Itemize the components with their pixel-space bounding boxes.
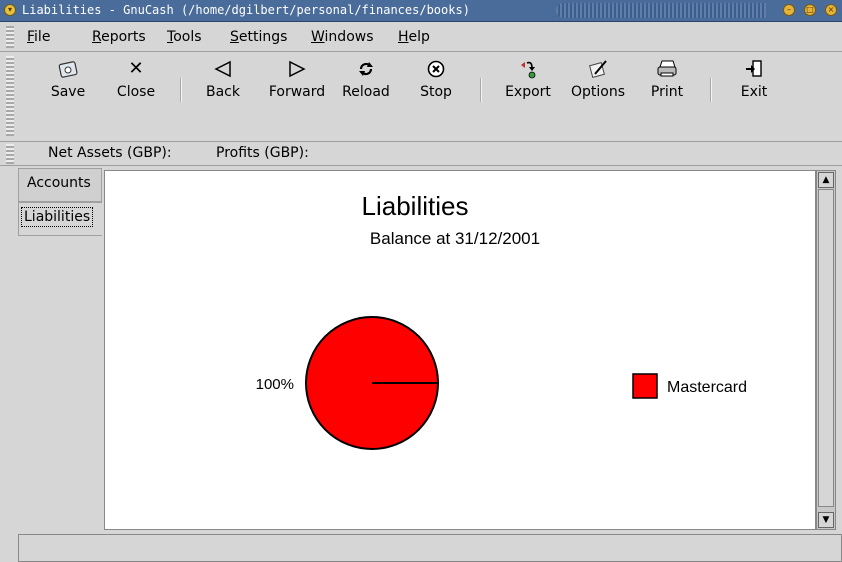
stop-button[interactable]: Stop [414, 58, 458, 108]
right-triangle-icon [264, 58, 330, 80]
window-close-icon[interactable]: × [825, 4, 837, 16]
window-titlebar[interactable]: ▾ Liabilities - GnuCash (/home/dgilbert/… [0, 0, 842, 22]
net-assets-label: Net Assets (GBP): [48, 145, 172, 161]
forward-button[interactable]: Forward [264, 58, 330, 108]
toolbar-separator [710, 78, 712, 102]
scroll-up-icon[interactable]: ▲ [818, 172, 834, 188]
status-bar [18, 534, 842, 562]
summary-bar: Net Assets (GBP): Profits (GBP): [0, 142, 842, 166]
pie-percent-label: 100% [256, 376, 294, 393]
printer-icon [642, 58, 692, 80]
menubar-handle[interactable] [6, 26, 14, 48]
menu-file[interactable]: File [27, 29, 50, 45]
export-button[interactable]: Export [500, 58, 556, 108]
menu-bar: File Reports Tools Settings Windows Help [0, 22, 842, 52]
menu-tools[interactable]: Tools [167, 29, 202, 45]
reload-icon [338, 58, 394, 80]
toolbar-separator [180, 78, 182, 102]
vertical-scrollbar[interactable]: ▲ ▼ [816, 170, 836, 530]
report-tabs: Accounts Liabilities [18, 168, 104, 528]
scroll-thumb[interactable] [818, 189, 834, 507]
exit-button[interactable]: Exit [734, 58, 774, 108]
toolbar: Save ✕ Close Back Forward Reload Stop Ex… [0, 52, 842, 142]
tab-liabilities[interactable]: Liabilities [18, 202, 102, 236]
scroll-down-icon[interactable]: ▼ [818, 512, 834, 528]
menu-help[interactable]: Help [398, 29, 430, 45]
legend-swatch [632, 373, 658, 399]
close-button[interactable]: ✕ Close [108, 58, 164, 108]
options-button[interactable]: Options [565, 58, 631, 108]
floppy-disk-icon [40, 58, 96, 80]
toolbar-separator [480, 78, 482, 102]
window-menu-icon[interactable]: ▾ [4, 4, 16, 16]
print-button[interactable]: Print [642, 58, 692, 108]
save-button[interactable]: Save [40, 58, 96, 108]
titlebar-grip [556, 3, 766, 18]
back-button[interactable]: Back [200, 58, 246, 108]
menu-reports[interactable]: Reports [92, 29, 146, 45]
x-icon: ✕ [128, 58, 144, 79]
maximize-icon[interactable]: □ [804, 4, 816, 16]
legend-label: Mastercard [667, 379, 747, 396]
toolbar-handle[interactable] [6, 56, 14, 136]
export-icon [500, 58, 556, 80]
pie-chart: Liabilities Balance at 31/12/2001 100% M… [256, 191, 747, 450]
menu-windows[interactable]: Windows [311, 29, 374, 45]
left-triangle-icon [200, 58, 246, 80]
menu-settings[interactable]: Settings [230, 29, 287, 45]
chart-title: Liabilities [362, 191, 469, 221]
exit-door-icon [734, 58, 774, 80]
options-icon [565, 58, 631, 80]
minimize-icon[interactable]: – [783, 4, 795, 16]
window-title: Liabilities - GnuCash (/home/dgilbert/pe… [22, 3, 470, 17]
tab-accounts[interactable]: Accounts [18, 168, 102, 202]
reload-button[interactable]: Reload [338, 58, 394, 108]
chart-subtitle: Balance at 31/12/2001 [370, 229, 540, 248]
summarybar-handle[interactable] [6, 144, 14, 164]
profits-label: Profits (GBP): [216, 145, 309, 161]
report-view: Liabilities Balance at 31/12/2001 100% M… [104, 170, 816, 530]
stop-icon [414, 58, 458, 80]
